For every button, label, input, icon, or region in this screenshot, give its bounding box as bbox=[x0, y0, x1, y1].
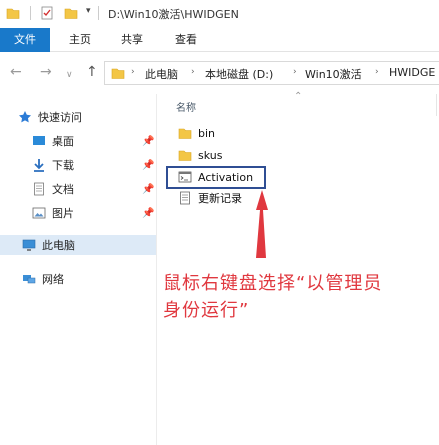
annotation-text: 鼠标右键盘选择“以管理员 身份运行” bbox=[163, 270, 433, 324]
annotation-line-2: 身份运行” bbox=[163, 300, 250, 321]
annotation-line-1: 鼠标右键盘选择“以管理员 bbox=[163, 273, 383, 294]
arrow-shape bbox=[256, 190, 268, 258]
annotation-arrow bbox=[256, 190, 268, 258]
